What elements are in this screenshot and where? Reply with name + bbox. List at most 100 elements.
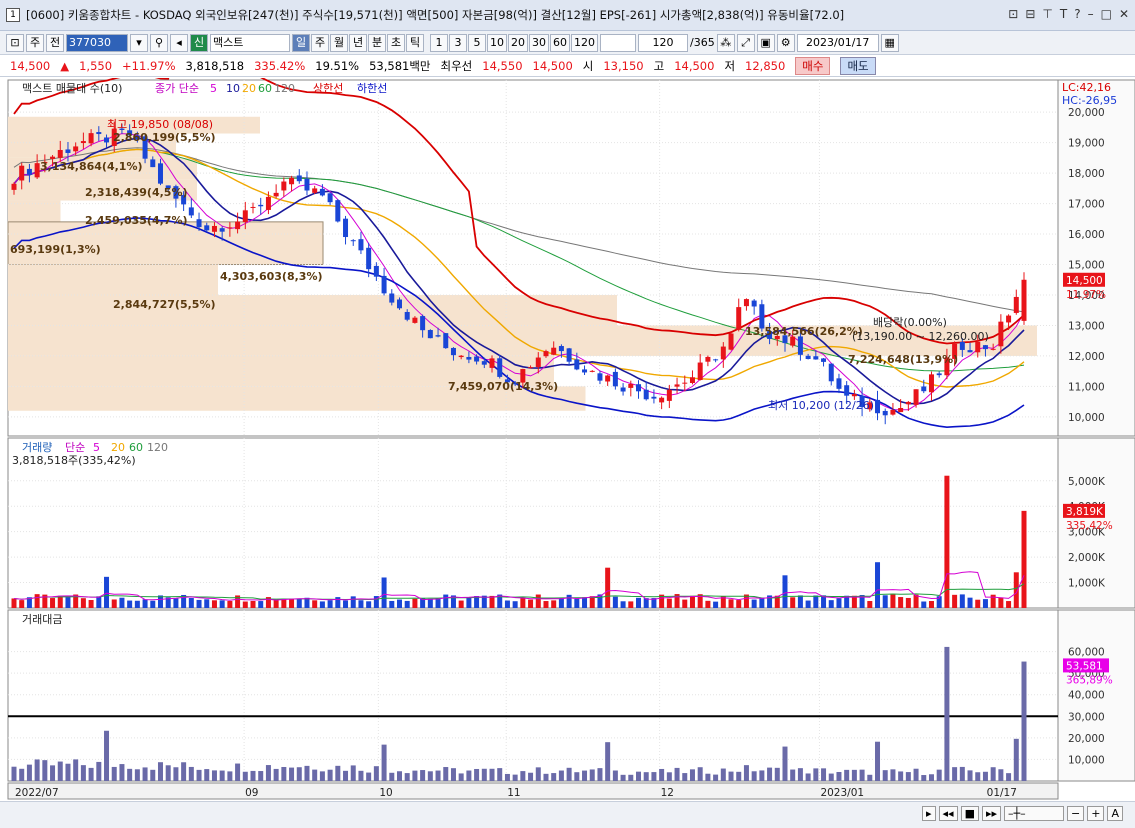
custom-interval-input[interactable] (600, 33, 636, 52)
minimize-icon[interactable]: – (1088, 7, 1094, 21)
speaker-icon[interactable]: ◂ (170, 33, 188, 52)
amount-bar (875, 741, 881, 781)
scroll-forward-icon[interactable]: ▸▸ (981, 806, 1002, 821)
interval-tab-5[interactable]: 5 (468, 33, 486, 52)
interval-tab-10[interactable]: 10 (487, 33, 507, 52)
volume-bar (759, 598, 765, 608)
sell-button[interactable]: 매도 (840, 56, 876, 75)
gear-icon[interactable]: ⚙ (776, 33, 795, 52)
stock-code-input[interactable]: 377030 (66, 33, 128, 52)
scroll-back-icon[interactable]: ◂◂ (938, 806, 958, 821)
panel-frame-2 (7, 609, 1059, 782)
amount-bar (713, 774, 719, 781)
font-size-icon[interactable]: A (1107, 806, 1123, 821)
chart-area[interactable]: 20,000 19,000 18,000 17,000 16,000 15,000 14,0… (0, 33, 1135, 800)
interval-tab-60[interactable]: 60 (550, 33, 570, 52)
up-arrow-icon: ▲ (60, 58, 70, 73)
amount-bar (34, 759, 40, 781)
amount-bar (204, 769, 210, 781)
volume-bar (242, 601, 248, 608)
amount-bar (797, 768, 803, 781)
candle-body (705, 356, 711, 362)
candle-body (19, 165, 25, 181)
search-icon[interactable]: ⚲ (150, 33, 168, 52)
link-icon[interactable]: ⊟ (1025, 7, 1035, 21)
candle-body (967, 350, 973, 353)
candle-body (1021, 279, 1027, 321)
layout-icon[interactable]: ⊡ (6, 33, 24, 52)
period-tab-1[interactable]: 주 (311, 33, 329, 52)
buy-button[interactable]: 매수 (795, 56, 831, 75)
amount-bar (805, 773, 811, 781)
close-icon[interactable]: ✕ (1119, 7, 1129, 21)
period-tab-2[interactable]: 월 (330, 33, 348, 52)
help-icon[interactable]: ? (1074, 7, 1080, 21)
candle-body (1006, 315, 1012, 323)
pin-icon[interactable]: ⊤ (1042, 7, 1052, 21)
current-price: 14,500 (10, 58, 51, 73)
volume-bar (851, 595, 857, 608)
price-tick-label: 20,000 (1068, 107, 1105, 119)
interval-tab-3[interactable]: 3 (449, 33, 467, 52)
date-input[interactable]: 2023/01/17 (796, 33, 879, 52)
period-tab-3[interactable]: 년 (349, 33, 367, 52)
tools-icon[interactable]: ⁂ (716, 33, 735, 52)
amount-bar (867, 774, 873, 781)
period-tab-6[interactable]: 틱 (406, 33, 424, 52)
zoom-icon[interactable]: ⤢ (736, 33, 755, 52)
candle-body (57, 149, 63, 158)
volume-bar (928, 601, 934, 608)
amount-bar (50, 765, 56, 781)
prev-button[interactable]: 전 (46, 33, 64, 52)
candle-body (836, 378, 842, 389)
amount-bar (366, 772, 372, 781)
stock-name-field[interactable]: 맥스트 (210, 33, 290, 52)
range-input[interactable]: 120 (638, 33, 688, 52)
volume-bar (489, 595, 495, 608)
interval-tab-1[interactable]: 1 (430, 33, 448, 52)
volume-bar (921, 601, 927, 608)
volume-current: 3,818,518주(335,42%) (12, 454, 136, 467)
candle-body (921, 386, 927, 392)
low-label: 저 (724, 58, 736, 73)
period-tab-5[interactable]: 초 (387, 33, 405, 52)
amount-bar (528, 772, 534, 781)
window-title: [0600] 키움종합차트 - KOSDAQ 외국인보유[247(천)] 주식수… (26, 8, 845, 22)
candle-body (620, 387, 626, 392)
period-tab-0[interactable]: 일 (292, 33, 310, 52)
candle-body (697, 362, 703, 381)
candle-body (659, 397, 665, 403)
amount-bar (628, 774, 634, 781)
candle-body (574, 359, 580, 370)
amount-bar (790, 769, 796, 781)
stop-icon[interactable]: ■ (960, 806, 979, 821)
scroll-first-icon[interactable]: ▸ (922, 806, 936, 821)
code-dropdown-icon[interactable]: ▾ (130, 33, 148, 52)
maximize-icon[interactable]: □ (1101, 7, 1112, 21)
price-tick-label: 15,000 (1068, 260, 1105, 272)
amount-bar (242, 771, 248, 781)
amount-bar (605, 742, 611, 781)
calendar-icon[interactable]: ▦ (880, 33, 899, 52)
candle-body (597, 373, 603, 381)
candle-body (50, 156, 56, 159)
zoom-out-icon[interactable]: − (1067, 806, 1085, 821)
candle-body (543, 351, 549, 357)
volume-bar (96, 596, 102, 608)
volume-value: 3,818,518 (185, 58, 245, 73)
candle-body (612, 371, 618, 387)
text-icon[interactable]: T (1060, 7, 1067, 21)
interval-tab-120[interactable]: 120 (571, 33, 598, 52)
zoom-slider[interactable]: –┼– (1004, 806, 1065, 821)
zoom-in-icon[interactable]: + (1087, 806, 1105, 821)
candle-body (420, 316, 426, 331)
interval-tab-30[interactable]: 30 (529, 33, 549, 52)
interval-tab-20[interactable]: 20 (508, 33, 528, 52)
price-tick-label: 13,000 (1068, 320, 1105, 332)
chart-canvas[interactable]: 20,00019,00018,00017,00016,00015,00014,0… (0, 33, 1135, 800)
period-select[interactable]: 주 (26, 33, 44, 52)
restore-icon[interactable]: ⊡ (1008, 7, 1018, 21)
candle-body (689, 377, 695, 384)
period-tab-4[interactable]: 분 (368, 33, 386, 52)
save-icon[interactable]: ▣ (756, 33, 775, 52)
